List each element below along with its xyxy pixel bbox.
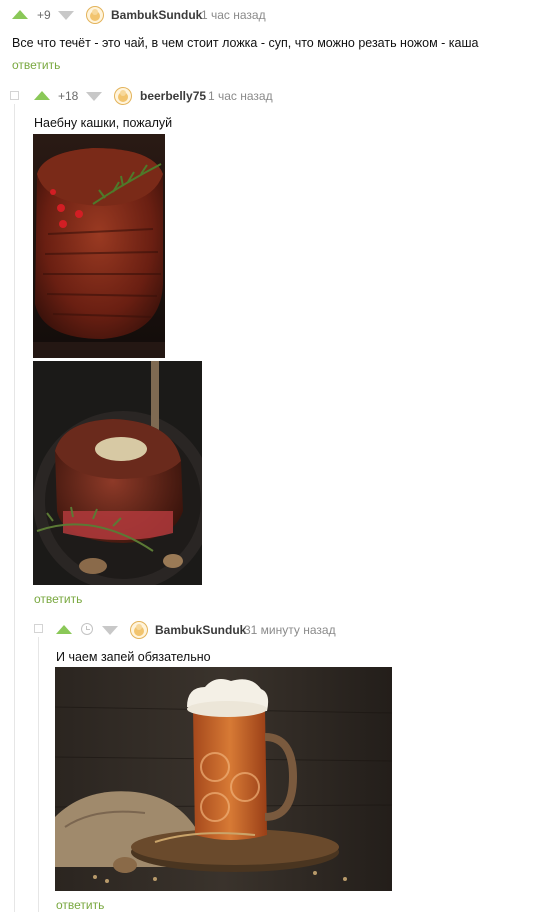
comment-rating: +18 bbox=[58, 89, 79, 103]
downvote-arrow-icon[interactable] bbox=[102, 626, 118, 635]
avatar[interactable] bbox=[86, 6, 104, 24]
reply-link[interactable]: ответить bbox=[56, 898, 104, 912]
steak-photo-2[interactable] bbox=[33, 361, 202, 585]
comment-rating: +9 bbox=[37, 8, 51, 22]
reply-link[interactable]: ответить bbox=[12, 58, 60, 72]
collapse-branch-icon[interactable] bbox=[34, 624, 43, 633]
downvote-arrow-icon[interactable] bbox=[86, 92, 102, 101]
collapse-branch-icon[interactable] bbox=[10, 91, 19, 100]
comment-text: И чаем запей обязательно bbox=[56, 650, 211, 664]
comment-author[interactable]: BambukSunduk bbox=[155, 623, 246, 637]
avatar[interactable] bbox=[114, 87, 132, 105]
downvote-arrow-icon[interactable] bbox=[58, 11, 74, 20]
clock-icon bbox=[81, 623, 93, 635]
steak-photo-1[interactable] bbox=[33, 134, 165, 358]
reply-link[interactable]: ответить bbox=[34, 592, 82, 606]
upvote-arrow-icon[interactable] bbox=[34, 91, 50, 100]
upvote-arrow-icon[interactable] bbox=[56, 625, 72, 634]
comment-time[interactable]: 1 час назад bbox=[201, 8, 266, 22]
avatar[interactable] bbox=[130, 621, 148, 639]
upvote-arrow-icon[interactable] bbox=[12, 10, 28, 19]
comment-text: Наебну кашки, пожалуй bbox=[34, 116, 173, 130]
thread-branch-line[interactable] bbox=[14, 104, 15, 912]
comment-text: Все что течёт - это чай, в чем стоит лож… bbox=[12, 36, 479, 50]
comment-time[interactable]: 1 час назад bbox=[208, 89, 273, 103]
comment-time[interactable]: 31 минуту назад bbox=[244, 623, 336, 637]
thread-branch-line[interactable] bbox=[38, 637, 39, 912]
comment-author[interactable]: beerbelly75 bbox=[140, 89, 206, 103]
comment-author[interactable]: BambukSunduk bbox=[111, 8, 202, 22]
beer-mug-photo[interactable] bbox=[55, 667, 392, 891]
